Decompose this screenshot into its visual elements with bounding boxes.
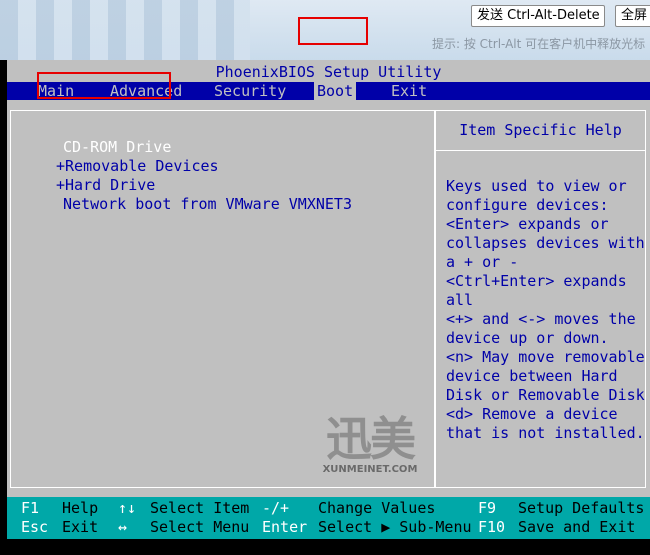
- tab-security[interactable]: Security: [214, 82, 286, 100]
- boot-item-network[interactable]: Network boot from VMware VMXNET3: [63, 195, 352, 214]
- bios-screen: PhoenixBIOS Setup Utility Main Advanced …: [7, 60, 650, 555]
- key-left-right: ↔: [118, 518, 128, 536]
- tab-exit[interactable]: Exit: [391, 82, 427, 100]
- watermark-logo: 迅美: [326, 412, 416, 466]
- key-desc: Select ▶ Sub-Menu: [318, 518, 472, 536]
- send-ctrl-alt-delete-button[interactable]: 发送 Ctrl-Alt-Delete: [471, 5, 605, 27]
- key-desc: Exit: [62, 518, 99, 536]
- key-desc: Select Item: [150, 499, 250, 517]
- help-line: <Ctrl+Enter> expands: [446, 272, 627, 290]
- key-legend-row: Esc Exit ↔ Select Menu Enter Select ▶ Su…: [7, 518, 650, 537]
- help-line: a + or -: [446, 253, 519, 271]
- blurred-area: [0, 0, 250, 60]
- key-legend-bar: F1 Help ↑↓ Select Item -/+ Change Values…: [7, 497, 650, 539]
- help-line: <n> May move removable: [446, 348, 645, 366]
- key-desc: Setup Defaults: [518, 499, 645, 517]
- help-line: <d> Remove a device: [446, 405, 618, 423]
- help-line: device between Hard: [446, 367, 618, 385]
- tab-boot[interactable]: Boot: [314, 82, 357, 100]
- release-cursor-hint: 提示: 按 Ctrl-Alt 可在客户机中释放光标: [432, 37, 646, 51]
- boot-item-removable-devices[interactable]: +Removable Devices: [56, 157, 219, 176]
- help-title: Item Specific Help: [436, 111, 645, 151]
- help-line: Disk or Removable Disk: [446, 386, 645, 404]
- key-minus-plus: -/+: [262, 499, 290, 517]
- boot-item-cdrom[interactable]: CD-ROM Drive: [63, 138, 171, 157]
- help-line: all: [446, 291, 474, 309]
- help-line: <Enter> expands or: [446, 215, 609, 233]
- key-desc: Save and Exit: [518, 518, 636, 536]
- key-legend-row: F1 Help ↑↓ Select Item -/+ Change Values…: [7, 499, 650, 518]
- key-f9: F9: [478, 499, 497, 517]
- key-esc: Esc: [21, 518, 49, 536]
- xunmei-watermark: 迅美 XUNMEINET.COM: [315, 414, 425, 476]
- watermark-site: XUNMEINET.COM: [322, 464, 418, 475]
- annotation-highlight-boot-tab: [298, 17, 368, 45]
- key-f1: F1: [21, 499, 40, 517]
- screen-bottom-border: [7, 539, 650, 555]
- help-line: device up or down.: [446, 329, 609, 347]
- help-line: configure devices:: [446, 196, 609, 214]
- fullscreen-button[interactable]: 全屏: [615, 5, 650, 27]
- key-f10: F10: [478, 518, 506, 536]
- help-line: collapses devices with: [446, 234, 645, 252]
- key-enter: Enter: [262, 518, 308, 536]
- help-text: Keys used to view or configure devices: …: [446, 177, 645, 443]
- key-desc: Select Menu: [150, 518, 250, 536]
- boot-item-hard-drive[interactable]: +Hard Drive: [56, 176, 155, 195]
- help-line: <+> and <-> moves the: [446, 310, 636, 328]
- help-line: Keys used to view or: [446, 177, 627, 195]
- key-desc: Help: [62, 499, 99, 517]
- key-desc: Change Values: [318, 499, 436, 517]
- key-up-down: ↑↓: [118, 499, 137, 517]
- help-line: that is not installed.: [446, 424, 645, 442]
- item-help-panel: Item Specific Help Keys used to view or …: [435, 110, 646, 488]
- annotation-highlight-cdrom: [37, 72, 171, 99]
